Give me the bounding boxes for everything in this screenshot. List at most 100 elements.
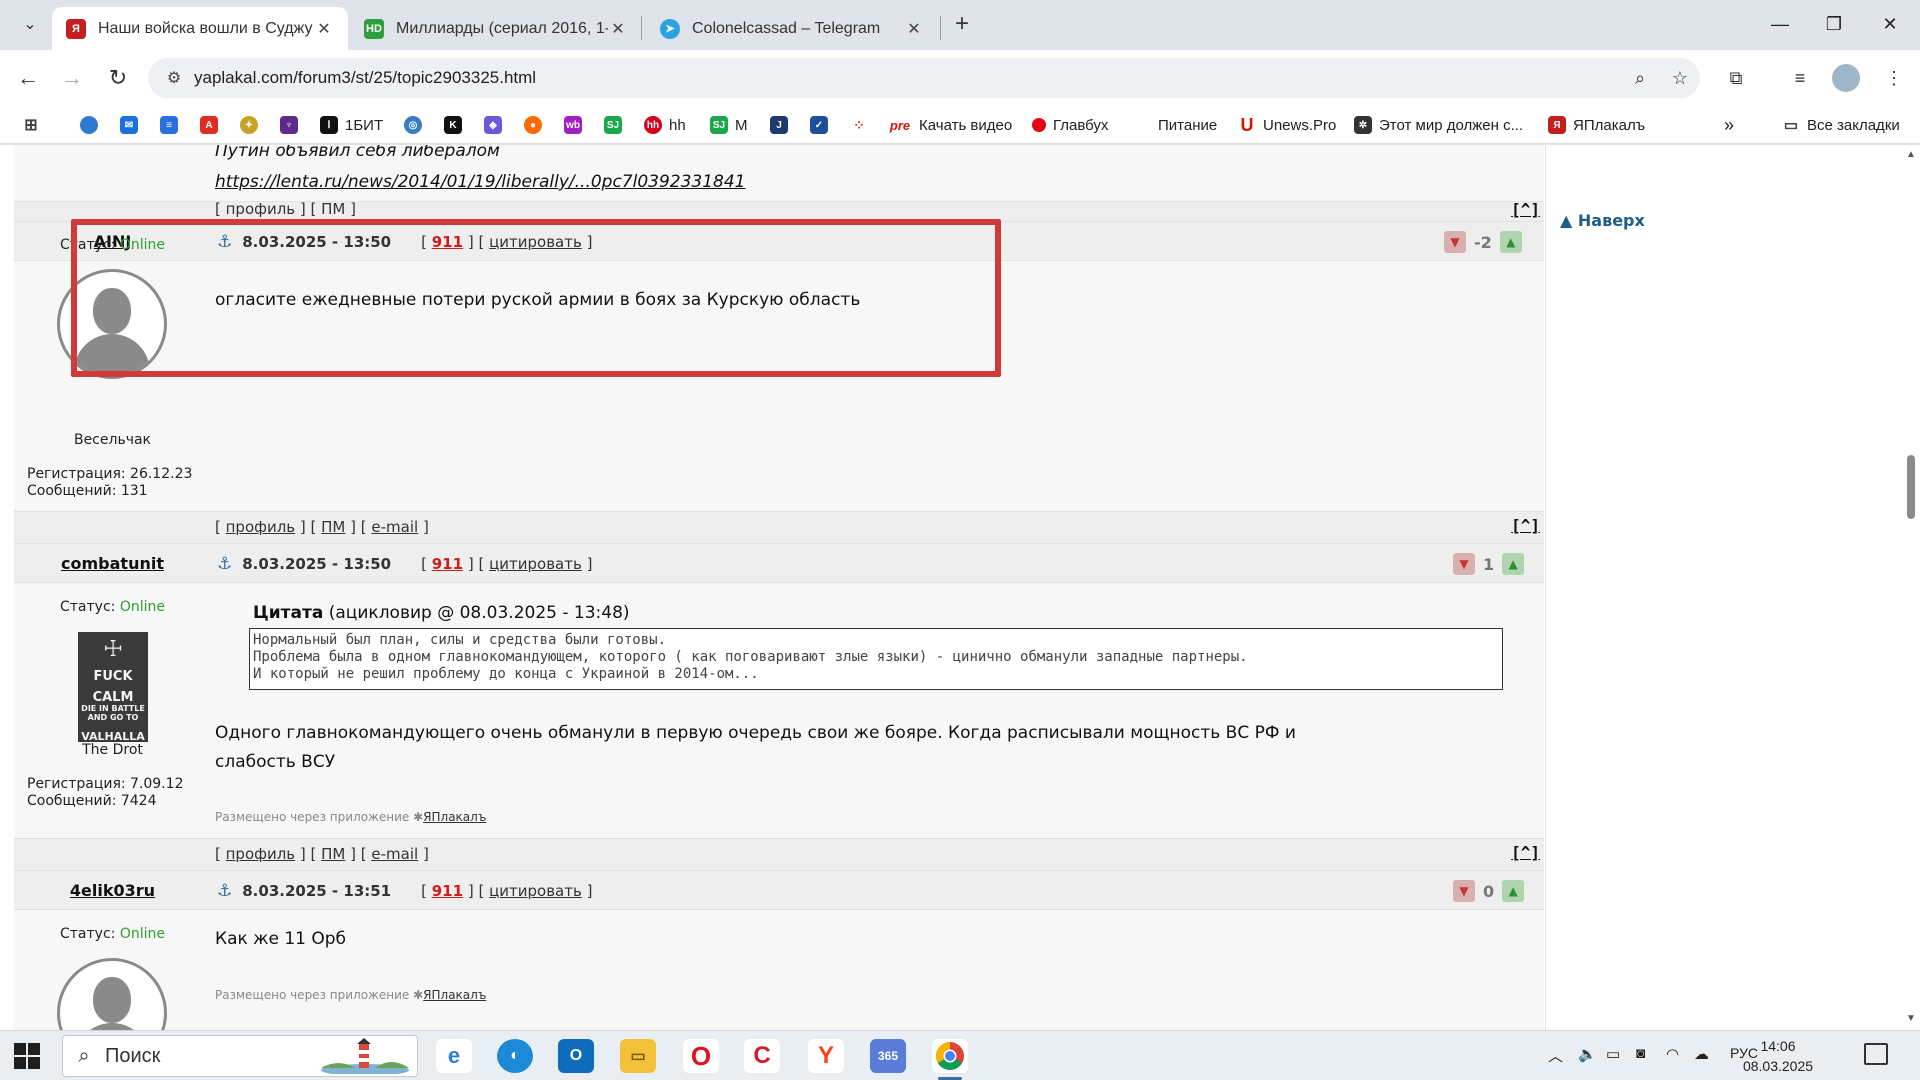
notifications-icon[interactable]: [1864, 1043, 1888, 1065]
close-icon[interactable]: ✕: [904, 19, 924, 39]
menu-kebab-icon[interactable]: ⋮: [1878, 62, 1910, 94]
profile-link[interactable]: профиль: [226, 845, 296, 863]
previous-post-link[interactable]: https://lenta.ru/news/2014/01/19/liberal…: [215, 172, 746, 192]
bookmark-emblem-icon[interactable]: ✦: [240, 114, 258, 136]
pm-link[interactable]: ПМ: [321, 518, 345, 536]
apps-grid-icon[interactable]: ⊞: [22, 114, 40, 136]
bookmarks-overflow-icon[interactable]: »: [1724, 114, 1734, 136]
thumbs-up-icon[interactable]: ▲: [1499, 231, 1522, 253]
bookmark-world[interactable]: ✲ Этот мир должен с...: [1354, 114, 1523, 136]
email-link[interactable]: e-mail: [371, 518, 418, 536]
bookmark-k-icon[interactable]: K: [444, 114, 462, 136]
window-close-button[interactable]: ✕: [1862, 0, 1918, 48]
via-app-link[interactable]: ЯПлакалъ: [423, 810, 486, 824]
post-username[interactable]: combatunit: [14, 554, 211, 573]
bookmark-globe-icon[interactable]: ◎: [404, 114, 422, 136]
windows-start-icon[interactable]: [14, 1043, 40, 1069]
restore-button[interactable]: ❐: [1806, 0, 1862, 48]
close-icon[interactable]: ✕: [608, 19, 628, 39]
zoom-icon[interactable]: ⌕: [1620, 68, 1660, 89]
bookmark-stripes-icon[interactable]: ≡: [160, 114, 178, 136]
bookmark-m[interactable]: SJ M: [710, 114, 748, 136]
system-clock[interactable]: 14:06 08.03.2025: [1738, 1036, 1818, 1076]
edge-app-icon[interactable]: ◐: [497, 1039, 533, 1073]
tab-search-button[interactable]: ⌄: [12, 8, 48, 40]
weather-cloud-icon[interactable]: ☁: [1694, 1045, 1709, 1063]
tray-chevron-icon[interactable]: ︿: [1548, 1045, 1563, 1066]
thumbs-up-icon[interactable]: ▲: [1502, 553, 1525, 575]
bookmark-dzen-icon[interactable]: ●: [524, 114, 542, 136]
chrome-app-icon[interactable]: [932, 1039, 968, 1080]
address-bar[interactable]: ⚙ yaplakal.com/forum3/st/25/topic2903325…: [148, 58, 1700, 98]
reload-button[interactable]: ↻: [100, 60, 136, 96]
bookmark-edge-icon[interactable]: [80, 114, 98, 136]
tab-yaplakal[interactable]: Я Наши войска вошли в Суджу - ✕: [52, 7, 348, 50]
bookmark-1bit[interactable]: Ⅰ 1БИТ: [320, 114, 383, 136]
to-top-link[interactable]: [^]: [1511, 200, 1540, 219]
bookmark-hh[interactable]: hh hh: [644, 114, 686, 136]
site-info-icon[interactable]: ⚙: [154, 68, 194, 88]
minimize-button[interactable]: —: [1752, 0, 1808, 48]
tab-billions[interactable]: HD Миллиарды (сериал 2016, 1-7 ✕: [350, 7, 642, 50]
email-link[interactable]: e-mail: [371, 845, 418, 863]
battery-icon[interactable]: ▭: [1606, 1045, 1620, 1063]
bookmark-yaplakal[interactable]: Я ЯПлакалъ: [1548, 114, 1645, 136]
bookmark-glavbukh[interactable]: Главбух: [1032, 114, 1108, 136]
thumbs-down-icon[interactable]: ▼: [1444, 231, 1466, 253]
to-top-link[interactable]: [^]: [1511, 843, 1540, 862]
to-top-link[interactable]: [^]: [1511, 516, 1540, 535]
pm-link[interactable]: ПМ: [321, 845, 345, 863]
scrollbar-thumb[interactable]: [1907, 455, 1915, 519]
profile-avatar[interactable]: [1832, 64, 1860, 92]
forward-button[interactable]: →: [54, 60, 90, 96]
back-to-top-link[interactable]: ▲ Наверх: [1560, 211, 1645, 230]
post-number-link[interactable]: 911: [432, 555, 463, 573]
bookmark-check-icon[interactable]: ✓: [810, 114, 828, 136]
c-app-icon[interactable]: C: [744, 1039, 780, 1073]
quote-link[interactable]: цитировать: [489, 555, 582, 573]
previous-footer-links[interactable]: [ профиль ] [ ПМ ]: [215, 200, 356, 218]
extensions-icon[interactable]: ⧉: [1720, 62, 1752, 94]
bookmark-unews[interactable]: U Unews.Pro: [1238, 114, 1336, 136]
scroll-up-arrow-icon[interactable]: ▲: [1904, 149, 1918, 160]
bookmark-star-icon[interactable]: ☆: [1660, 68, 1700, 89]
wifi-icon[interactable]: ◠: [1666, 1045, 1679, 1063]
all-bookmarks[interactable]: ▭ Все закладки: [1782, 114, 1900, 136]
opera-app-icon[interactable]: O: [683, 1039, 719, 1073]
ie-app-icon[interactable]: e: [436, 1039, 472, 1073]
profile-link[interactable]: профиль: [226, 518, 296, 536]
thumbs-down-icon[interactable]: ▼: [1453, 880, 1475, 902]
bookmark-pitanie[interactable]: Питание: [1158, 114, 1217, 136]
thumbs-down-icon[interactable]: ▼: [1453, 553, 1475, 575]
bookmark-mail-icon[interactable]: ✉: [120, 114, 138, 136]
media-controls-icon[interactable]: ≡: [1784, 62, 1816, 94]
scroll-down-arrow-icon[interactable]: ▼: [1904, 1013, 1918, 1024]
speaker-icon[interactable]: 🔈: [1578, 1045, 1597, 1063]
new-tab-button[interactable]: +: [946, 8, 978, 40]
bookmark-download-video[interactable]: pre Качать видео: [888, 114, 1012, 136]
bookmark-leaf-icon[interactable]: ♆: [280, 114, 298, 136]
yandex-browser-icon[interactable]: Y: [808, 1039, 844, 1073]
bookmark-wb-icon[interactable]: wb: [564, 114, 582, 136]
bookmark-cube-icon[interactable]: ◈: [484, 114, 502, 136]
post-username[interactable]: 4elik03ru: [14, 881, 211, 900]
quote-link[interactable]: цитировать: [489, 882, 582, 900]
via-app-link[interactable]: ЯПлакалъ: [423, 988, 486, 1002]
url-text[interactable]: yaplakal.com/forum3/st/25/topic2903325.h…: [194, 68, 1620, 88]
thumbs-up-icon[interactable]: ▲: [1502, 880, 1525, 902]
post-number-link[interactable]: 911: [432, 882, 463, 900]
camera-icon[interactable]: ◙: [1636, 1045, 1645, 1062]
anchor-icon[interactable]: ⚓: [217, 554, 232, 574]
microsoft365-app-icon[interactable]: 365: [870, 1039, 906, 1073]
bookmark-pdf-icon[interactable]: A: [200, 114, 218, 136]
page-scrollbar[interactable]: ▲ ▼: [1902, 145, 1920, 1030]
back-button[interactable]: ←: [10, 60, 46, 96]
file-explorer-icon[interactable]: ▭: [620, 1039, 656, 1073]
bookmark-dots-icon[interactable]: ⁘: [850, 114, 868, 136]
bookmark-sj-icon[interactable]: SJ: [604, 114, 622, 136]
bookmark-j-icon[interactable]: J: [770, 114, 788, 136]
tab-telegram[interactable]: ➤ Colonelcassad – Telegram ✕: [646, 7, 938, 50]
outlook-app-icon[interactable]: O: [558, 1039, 594, 1073]
close-icon[interactable]: ✕: [314, 19, 334, 39]
taskbar-search[interactable]: ⌕ Поиск: [62, 1035, 418, 1077]
